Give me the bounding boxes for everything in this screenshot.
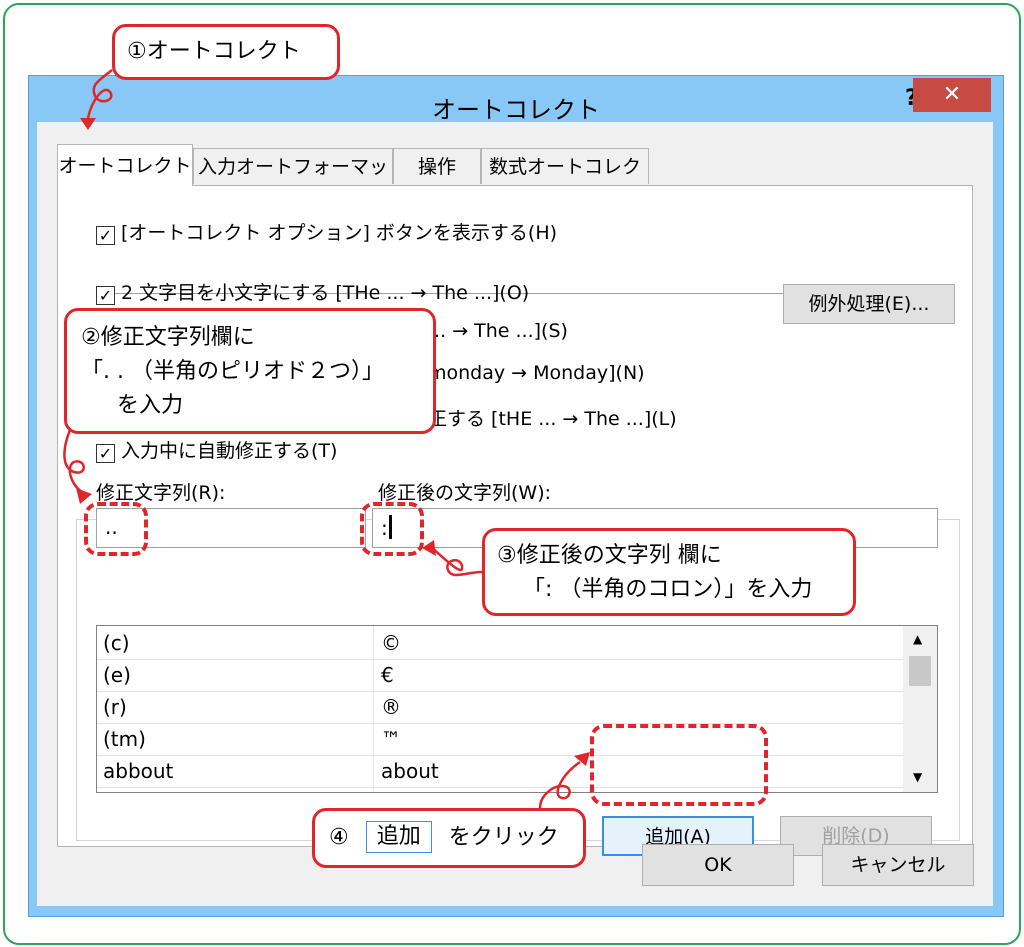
tab-autocorrect[interactable]: オートコレクト [57,144,193,186]
arrow-1 [86,69,113,119]
arrowhead-1 [80,118,96,130]
arrow-3 [429,545,483,577]
arrowhead-2 [76,488,92,504]
arrow-4 [538,760,581,809]
arrowhead-3 [422,540,436,556]
annotation-arrows [63,69,590,809]
arrow-2 [63,429,85,494]
